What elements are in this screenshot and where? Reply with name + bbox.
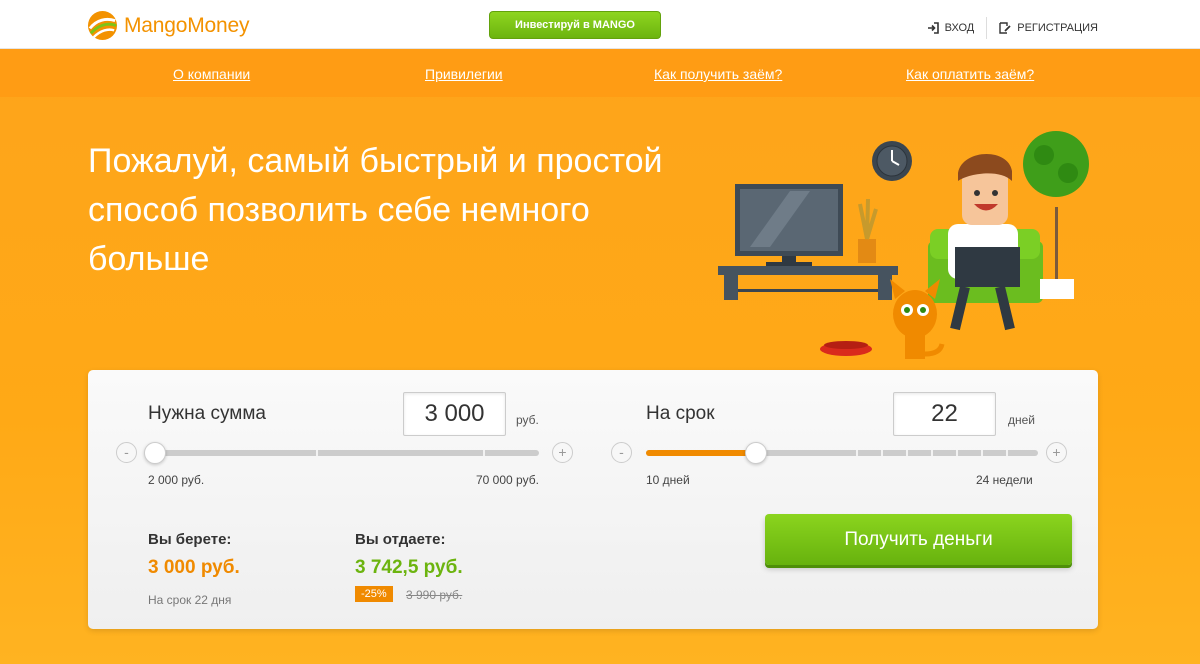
login-link[interactable]: ВХОД <box>927 22 975 34</box>
nav-how-to-get[interactable]: Как получить заём? <box>654 66 782 82</box>
term-tick <box>981 450 983 456</box>
old-price: 3 990 руб. <box>406 588 463 602</box>
term-min-label: 10 дней <box>646 473 690 487</box>
amount-slider-track[interactable] <box>144 442 539 464</box>
amount-min-label: 2 000 руб. <box>148 473 205 487</box>
invest-button[interactable]: Инвестируй в MANGO <box>489 11 661 39</box>
cat-icon <box>890 279 945 359</box>
nav-about[interactable]: О компании <box>173 66 250 82</box>
auth-divider <box>986 17 988 39</box>
amount-input[interactable]: 3 000 <box>403 392 506 436</box>
amount-tick <box>316 450 318 456</box>
term-tick <box>881 450 883 456</box>
amount-unit: руб. <box>516 413 539 427</box>
term-label: На срок <box>646 403 715 424</box>
hero-section: О компании Привилегии Как получить заём?… <box>0 49 1200 664</box>
register-link[interactable]: РЕГИСТРАЦИЯ <box>999 22 1098 34</box>
term-slider-handle[interactable] <box>745 442 767 464</box>
login-label: ВХОД <box>944 22 975 34</box>
get-money-button[interactable]: Получить деньги <box>765 514 1072 565</box>
edit-icon <box>999 22 1011 34</box>
happy-man-illustration <box>718 131 1089 359</box>
term-tick <box>931 450 933 456</box>
logo[interactable]: MangoMoney <box>87 10 249 41</box>
register-label: РЕГИСТРАЦИЯ <box>1017 22 1098 34</box>
clock-icon <box>872 141 912 181</box>
amount-minus-button[interactable]: - <box>116 442 137 463</box>
term-input[interactable]: 22 <box>893 392 996 436</box>
loan-calculator: Нужна сумма 3 000 руб. - + 2 000 руб. 70… <box>88 370 1098 629</box>
term-slider-fill <box>646 450 756 456</box>
top-header: MangoMoney Инвестируй в MANGO ВХОД РЕГИС… <box>0 0 1200 49</box>
main-nav: О компании Привилегии Как получить заём?… <box>0 49 1200 97</box>
discount-badge: -25% <box>355 586 393 602</box>
mango-logo-icon <box>87 10 118 41</box>
take-term-note: На срок 22 дня <box>148 593 232 607</box>
term-tick <box>1006 450 1008 456</box>
give-label: Вы отдаете: <box>355 531 446 548</box>
term-unit: дней <box>1008 413 1036 427</box>
take-label: Вы берете: <box>148 531 232 548</box>
amount-label: Нужна сумма <box>148 403 266 424</box>
logo-text: MangoMoney <box>124 13 250 37</box>
auth-links: ВХОД РЕГИСТРАЦИЯ <box>927 17 1098 39</box>
amount-tick <box>483 450 485 456</box>
term-tick <box>856 450 858 456</box>
term-plus-button[interactable]: + <box>1046 442 1067 463</box>
nav-privileges[interactable]: Привилегии <box>425 66 503 82</box>
nav-how-to-pay[interactable]: Как оплатить заём? <box>906 66 1034 82</box>
login-icon <box>927 22 939 34</box>
amount-plus-button[interactable]: + <box>552 442 573 463</box>
amount-slider-handle[interactable] <box>144 442 166 464</box>
term-max-label: 24 недели <box>976 473 1033 487</box>
take-value: 3 000 руб. <box>148 557 240 578</box>
term-tick <box>956 450 958 456</box>
term-tick <box>906 450 908 456</box>
term-minus-button[interactable]: - <box>611 442 632 463</box>
tv-icon <box>735 184 843 266</box>
give-value: 3 742,5 руб. <box>355 557 463 578</box>
hero-headline: Пожалуй, самый быстрый и простой способ … <box>88 142 663 278</box>
amount-max-label: 70 000 руб. <box>476 473 539 487</box>
term-slider-track[interactable] <box>646 442 1038 464</box>
